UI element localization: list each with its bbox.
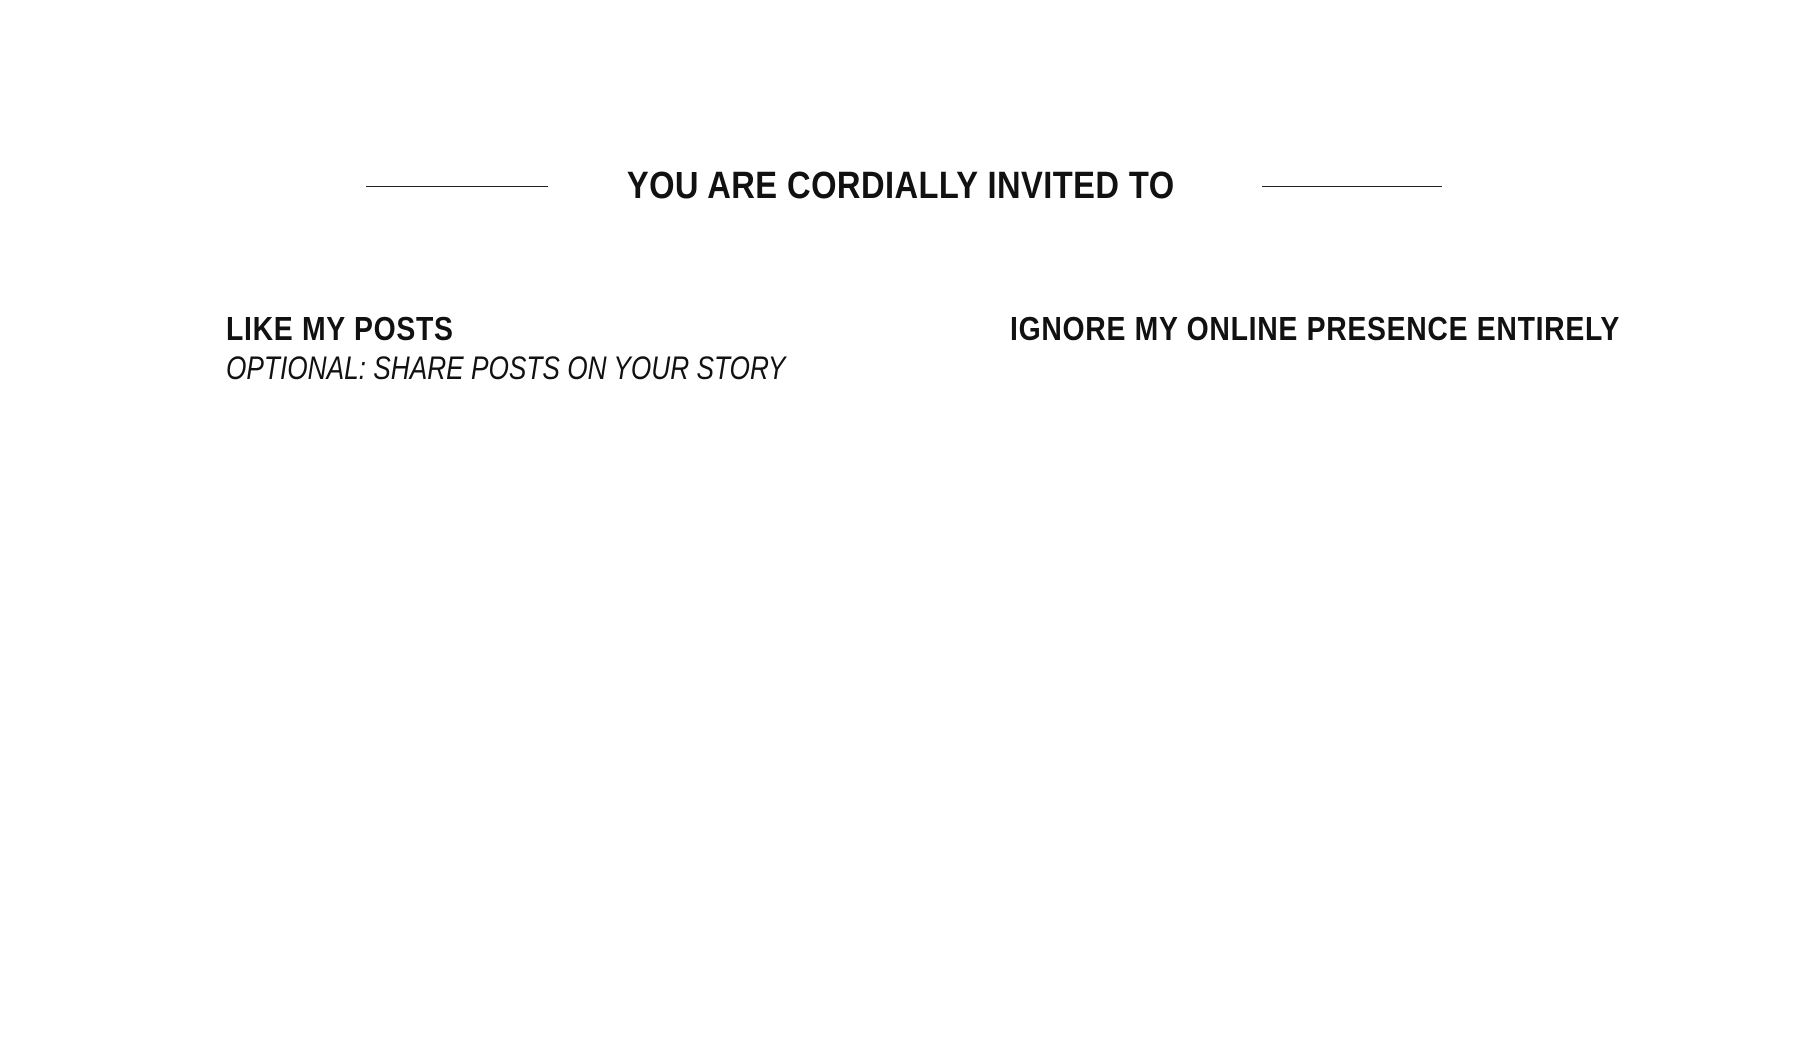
invitation-headline: YOU ARE CORDIALLY INVITED TO [626,165,1175,207]
option-ignore-presence: IGNORE MY ONLINE PRESENCE ENTIRELY [1010,308,1719,350]
invitation-header: YOU ARE CORDIALLY INVITED TO [0,160,1800,212]
option-like-posts-note: OPTIONAL: SHARE POSTS ON YOUR STORY [226,350,786,386]
option-like-posts: LIKE MY POSTS OPTIONAL: SHARE POSTS ON Y… [226,308,908,386]
right-divider-line [1262,186,1442,187]
option-like-posts-title: LIKE MY POSTS [226,310,454,347]
option-ignore-presence-title: IGNORE MY ONLINE PRESENCE ENTIRELY [1010,310,1621,347]
